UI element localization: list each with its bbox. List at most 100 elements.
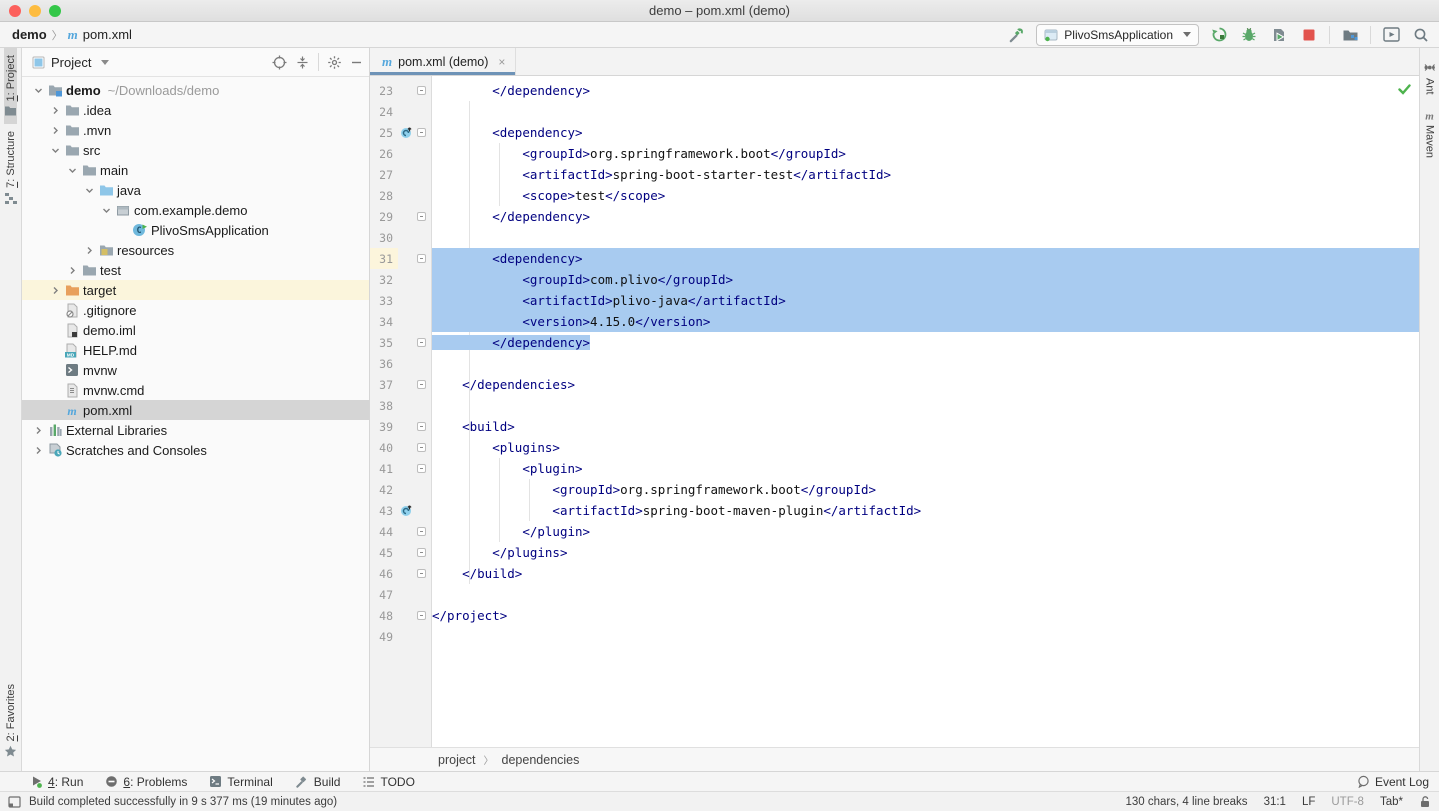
tree-item-external-libraries[interactable]: External Libraries [22,420,369,440]
fold-marker[interactable] [414,605,429,626]
chevron-collapsed-icon[interactable] [30,446,46,455]
line-separator[interactable]: LF [1302,796,1315,808]
tree-item--idea[interactable]: .idea [22,100,369,120]
gutter-row[interactable]: 46 [370,563,431,584]
gutter-row[interactable]: 45 [370,542,431,563]
project-view-selector[interactable]: Project [32,55,266,70]
fold-marker[interactable] [414,206,429,227]
editor-gutter[interactable]: 2324252627282930313233343536373839404142… [370,76,432,747]
debug-icon[interactable] [1239,25,1259,45]
tree-item--gitignore[interactable]: .gitignore [22,300,369,320]
code-line-29[interactable]: </dependency> [432,206,1419,227]
tree-item-mvnw-cmd[interactable]: mvnw.cmd [22,380,369,400]
gutter-row[interactable]: 38 [370,395,431,416]
tree-item-src[interactable]: src [22,140,369,160]
minimize-icon[interactable] [350,56,363,69]
gutter-row[interactable]: 34 [370,311,431,332]
indent-style[interactable]: Tab* [1380,796,1403,808]
tool-stripe-button-structure[interactable]: 7: Structure [4,124,17,211]
tree-item-plivosmsapplication[interactable]: CPlivoSmsApplication [22,220,369,240]
tree-item-help-md[interactable]: MDHELP.md [22,340,369,360]
toolwindow-button-run[interactable]: 4: Run [30,775,83,789]
run-configuration-select[interactable]: PlivoSmsApplication [1036,24,1199,46]
editor-breadcrumb-project[interactable]: project [438,753,476,767]
code-line-49[interactable] [432,626,1419,647]
gutter-row[interactable]: 33 [370,290,431,311]
breadcrumb-root[interactable]: demo [12,27,47,42]
code-line-31[interactable]: <dependency> [432,248,1419,269]
locate-icon[interactable] [272,55,287,70]
tree-item-java[interactable]: java [22,180,369,200]
gutter-row[interactable]: 42 [370,479,431,500]
tree-item-scratches-and-consoles[interactable]: Scratches and Consoles [22,440,369,460]
code-line-40[interactable]: <plugins> [432,437,1419,458]
gutter-row[interactable]: 44 [370,521,431,542]
stop-icon[interactable] [1299,25,1319,45]
fold-marker[interactable] [414,458,429,479]
tree-item-demo-iml[interactable]: demo.iml [22,320,369,340]
code-line-25[interactable]: <dependency> [432,122,1419,143]
rerun-icon[interactable] [1209,25,1229,45]
fold-marker[interactable] [414,521,429,542]
fold-marker[interactable] [414,542,429,563]
tree-item-test[interactable]: test [22,260,369,280]
chevron-collapsed-icon[interactable] [30,426,46,435]
code-line-36[interactable] [432,353,1419,374]
tree-item-main[interactable]: main [22,160,369,180]
chevron-collapsed-icon[interactable] [47,106,63,115]
toolwindow-button-terminal[interactable]: Terminal [209,775,272,789]
code-line-42[interactable]: <groupId>org.springframework.boot</group… [432,479,1419,500]
chevron-expanded-icon[interactable] [30,86,46,95]
tree-item-pom-xml[interactable]: mpom.xml [22,400,369,420]
chevron-expanded-icon[interactable] [81,186,97,195]
close-icon[interactable]: × [498,55,505,69]
fold-marker[interactable] [414,437,429,458]
gutter-row[interactable]: 24 [370,101,431,122]
code-editor[interactable]: 2324252627282930313233343536373839404142… [370,76,1419,747]
gutter-row[interactable]: 47 [370,584,431,605]
gutter-row[interactable]: 37 [370,374,431,395]
chevron-collapsed-icon[interactable] [81,246,97,255]
gear-icon[interactable] [327,55,342,70]
tree-item-target[interactable]: target [22,280,369,300]
code-line-45[interactable]: </plugins> [432,542,1419,563]
chevron-collapsed-icon[interactable] [47,126,63,135]
caret-position[interactable]: 31:1 [1264,796,1286,808]
run-window-icon[interactable] [1381,25,1401,45]
toolwindow-toggle-icon[interactable] [8,796,21,808]
editor-breadcrumb-dependencies[interactable]: dependencies [502,753,580,767]
code-line-41[interactable]: <plugin> [432,458,1419,479]
gutter-row[interactable]: 39 [370,416,431,437]
tab-pom-xml[interactable]: m pom.xml (demo) × [370,48,516,75]
gutter-row[interactable]: 26 [370,143,431,164]
gutter-dependency-icon-cell[interactable] [398,500,414,521]
tree-item-mvnw[interactable]: mvnw [22,360,369,380]
toolwindow-button-build[interactable]: Build [295,775,341,789]
fold-marker[interactable] [414,374,429,395]
gutter-row[interactable]: 35 [370,332,431,353]
tool-stripe-button-ant[interactable]: Ant [1423,54,1436,102]
code-line-34[interactable]: <version>4.15.0</version> [432,311,1419,332]
file-encoding[interactable]: UTF-8 [1331,796,1364,808]
code-line-39[interactable]: <build> [432,416,1419,437]
coverage-icon[interactable] [1269,25,1289,45]
code-line-48[interactable]: </project> [432,605,1419,626]
code-line-33[interactable]: <artifactId>plivo-java</artifactId> [432,290,1419,311]
chevron-expanded-icon[interactable] [47,146,63,155]
tool-stripe-button-favorites[interactable]: 2: Favorites [4,677,17,765]
gutter-row[interactable]: 23 [370,80,431,101]
breadcrumb-file[interactable]: pom.xml [83,27,132,42]
code-line-23[interactable]: </dependency> [432,80,1419,101]
inspection-ok-icon[interactable] [1398,84,1411,95]
fold-marker[interactable] [414,563,429,584]
fold-marker[interactable] [414,332,429,353]
gutter-row[interactable]: 30 [370,227,431,248]
search-icon[interactable] [1411,25,1431,45]
toolwindow-button-problems[interactable]: 6: Problems [105,775,187,789]
gutter-row[interactable]: 27 [370,164,431,185]
hammer-icon[interactable] [1006,25,1026,45]
fold-marker[interactable] [414,80,429,101]
gutter-row[interactable]: 49 [370,626,431,647]
tree-item-resources[interactable]: resources [22,240,369,260]
gutter-row[interactable]: 32 [370,269,431,290]
